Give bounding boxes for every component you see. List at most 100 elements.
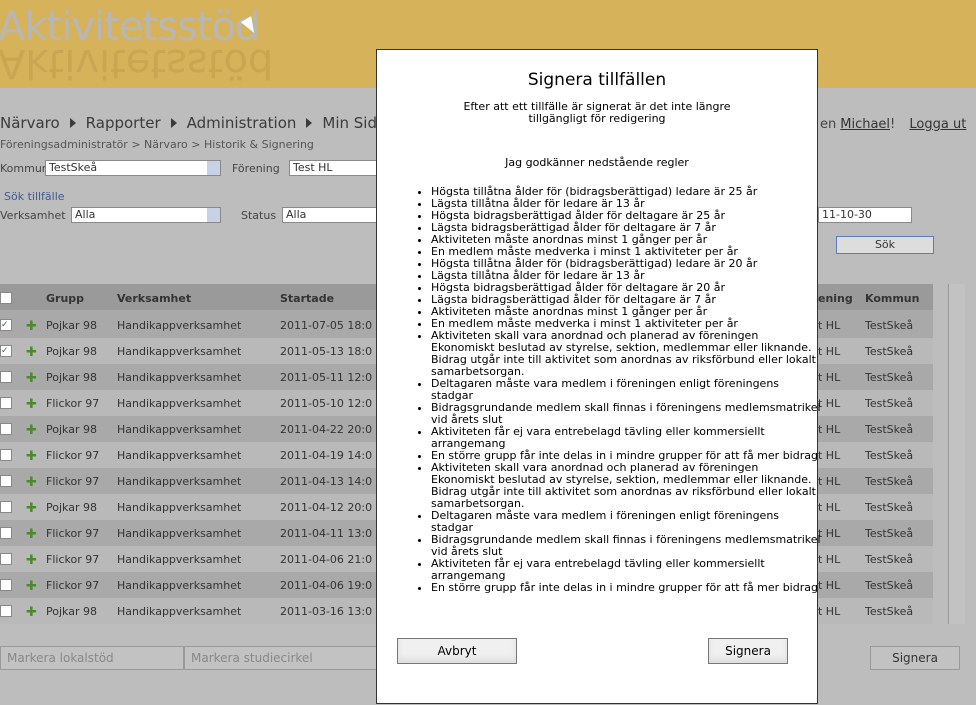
cell-verksamhet: Handikappverksamhet [117, 553, 242, 566]
rule-item: Aktiviteten får ej vara entrebelagd tävl… [431, 558, 821, 582]
cell-kommun: TestSkeå [865, 605, 914, 618]
forening-select-value: Test HL [293, 161, 333, 174]
sign-button[interactable]: Signera [708, 638, 788, 664]
forening-select[interactable]: Test HL [289, 160, 381, 176]
header-kommun[interactable]: Kommun [865, 292, 919, 305]
cell-grupp: Flickor 97 [46, 397, 100, 410]
dialog-agree-text: Jag godkänner nedstående regler [505, 156, 689, 169]
markera-lokalstod-button[interactable]: Markera lokalstöd [0, 646, 184, 670]
rule-item: Bidragsgrundande medlem skall finnas i f… [431, 402, 821, 426]
kommun-select-value: TestSkeå [49, 161, 98, 174]
nav-arrow-icon [170, 118, 177, 128]
cell-start: 2011-05-11 12:0 [280, 371, 373, 384]
row-checkbox-checked[interactable]: ✓ [0, 319, 12, 331]
cell-grupp: Pojkar 98 [46, 345, 97, 358]
rule-item: Aktiviteten skall vara anordnad och plan… [431, 462, 821, 510]
cell-verksamhet: Handikappverksamhet [117, 423, 242, 436]
row-checkbox[interactable] [0, 579, 12, 591]
cell-kommun: TestSkeå [865, 397, 914, 410]
cell-grupp: Flickor 97 [46, 553, 100, 566]
verksamhet-select[interactable]: Alla [71, 207, 221, 223]
date-input-value: 11-10-30 [822, 208, 872, 221]
expand-plus-icon[interactable]: ✚ [26, 319, 37, 334]
sign-dialog: Signera tillfällen Efter att ett tillfäl… [376, 49, 821, 704]
row-checkbox[interactable] [0, 397, 12, 409]
cell-start: 2011-04-06 21:0 [280, 553, 373, 566]
user-name-link[interactable]: Michael [840, 117, 890, 132]
row-checkbox[interactable] [0, 501, 12, 513]
cell-start: 2011-07-05 18:0 [280, 319, 373, 332]
nav-item-administration[interactable]: Administration [187, 114, 297, 132]
expand-plus-icon[interactable]: ✚ [26, 345, 37, 360]
rule-item: Aktiviteten får ej vara entrebelagd tävl… [431, 426, 821, 450]
cell-start: 2011-04-22 20:0 [280, 423, 373, 436]
expand-plus-icon[interactable]: ✚ [26, 397, 37, 412]
markera-studiecirkel-button[interactable]: Markera studiecirkel [184, 646, 378, 670]
forening-label: Förening [232, 162, 280, 175]
expand-plus-icon[interactable]: ✚ [26, 475, 37, 490]
cell-forening: t HL [818, 475, 841, 488]
row-checkbox[interactable] [0, 371, 12, 383]
row-checkbox[interactable] [0, 423, 12, 435]
expand-plus-icon[interactable]: ✚ [26, 527, 37, 542]
expand-plus-icon[interactable]: ✚ [26, 501, 37, 516]
cell-forening: t HL [818, 371, 841, 384]
breadcrumb: Föreningsadministratör > Närvaro > Histo… [0, 138, 314, 151]
date-input[interactable]: 11-10-30 [818, 207, 912, 223]
user-area: en Michael! Logga ut [820, 117, 966, 132]
main-nav: Närvaro Rapporter Administration Min Sida [0, 114, 392, 132]
kommun-select[interactable]: TestSkeå [45, 160, 221, 176]
cell-forening: t HL [818, 553, 841, 566]
header-grupp[interactable]: Grupp [46, 292, 84, 305]
app-logo-reflection: Aktivitetsstöd [0, 40, 274, 86]
header-verksamhet[interactable]: Verksamhet [117, 292, 191, 305]
row-checkbox[interactable] [0, 449, 12, 461]
cell-grupp: Flickor 97 [46, 527, 100, 540]
kommun-label: Kommun [0, 162, 49, 175]
nav-item-narvaro[interactable]: Närvaro [0, 114, 60, 132]
cell-verksamhet: Handikappverksamhet [117, 501, 242, 514]
expand-plus-icon[interactable]: ✚ [26, 423, 37, 438]
rule-item: En större grupp får inte delas in i mind… [431, 582, 821, 594]
status-label: Status [241, 209, 277, 222]
header-startade[interactable]: Startade [280, 292, 334, 305]
expand-plus-icon[interactable]: ✚ [26, 449, 37, 464]
rule-item: Bidragsgrundande medlem skall finnas i f… [431, 534, 821, 558]
row-checkbox[interactable] [0, 553, 12, 565]
cell-kommun: TestSkeå [865, 553, 914, 566]
nav-item-rapporter[interactable]: Rapporter [86, 114, 161, 132]
expand-plus-icon[interactable]: ✚ [26, 553, 37, 568]
select-all-checkbox[interactable] [0, 292, 12, 304]
logout-link[interactable]: Logga ut [909, 117, 966, 132]
expand-plus-icon[interactable]: ✚ [26, 605, 37, 620]
header-forening[interactable]: ening [818, 292, 853, 305]
cell-forening: t HL [818, 319, 841, 332]
cell-start: 2011-05-10 12:0 [280, 397, 373, 410]
rule-item: Deltagaren måste vara medlem i föreninge… [431, 510, 821, 534]
cell-kommun: TestSkeå [865, 449, 914, 462]
cell-grupp: Pojkar 98 [46, 501, 97, 514]
row-checkbox[interactable] [0, 527, 12, 539]
nav-arrow-icon [69, 118, 76, 128]
cell-start: 2011-04-06 19:0 [280, 579, 373, 592]
grid-scrollbar[interactable] [948, 284, 965, 624]
status-select[interactable]: Alla [282, 207, 381, 223]
nav-arrow-icon [306, 118, 313, 128]
cancel-button[interactable]: Avbryt [397, 638, 517, 664]
rules-list: Högsta tillåtna ålder för (bidragsberätt… [407, 186, 821, 594]
row-checkbox[interactable] [0, 605, 12, 617]
sok-tillfalle-title: Sök tillfälle [4, 190, 65, 203]
expand-plus-icon[interactable]: ✚ [26, 371, 37, 386]
cell-kommun: TestSkeå [865, 319, 914, 332]
row-checkbox-checked[interactable]: ✓ [0, 345, 12, 357]
cell-forening: t HL [818, 527, 841, 540]
rule-item: Aktiviteten skall vara anordnad och plan… [431, 330, 821, 378]
row-checkbox[interactable] [0, 475, 12, 487]
cell-start: 2011-04-19 14:0 [280, 449, 373, 462]
search-button[interactable]: Sök [836, 236, 934, 254]
cell-start: 2011-05-13 18:0 [280, 345, 373, 358]
expand-plus-icon[interactable]: ✚ [26, 579, 37, 594]
user-punct: ! [890, 117, 896, 132]
footer-signera-button[interactable]: Signera [870, 646, 960, 670]
rule-item: Deltagaren måste vara medlem i föreninge… [431, 378, 821, 402]
